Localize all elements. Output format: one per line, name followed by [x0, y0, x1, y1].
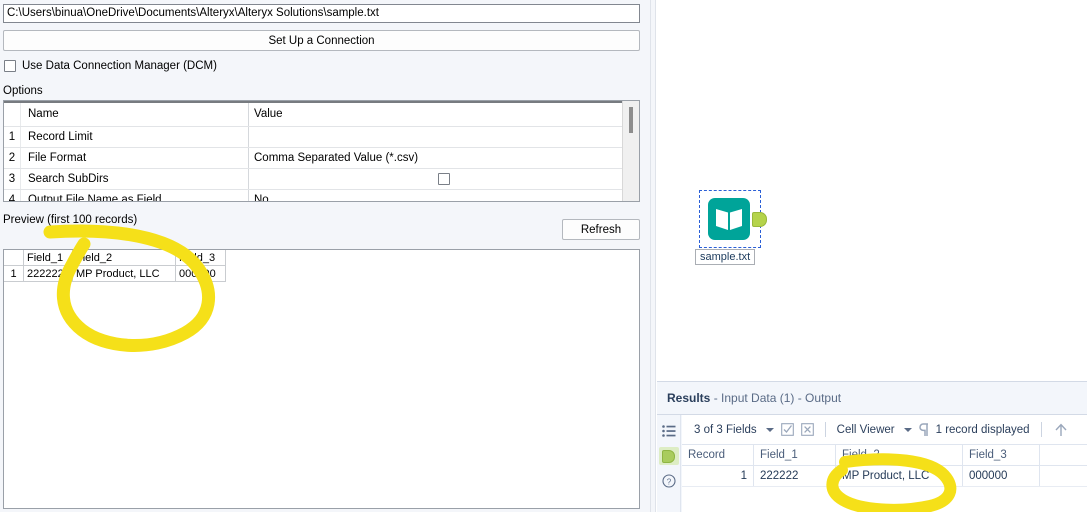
cell-viewer-label[interactable]: Cell Viewer — [837, 424, 895, 436]
options-header-name: Name — [21, 101, 249, 126]
checkbox-checked-icon[interactable] — [780, 423, 794, 436]
output-anchor-shape — [662, 449, 675, 463]
input-data-book-icon[interactable] — [708, 198, 750, 240]
preview-row-index: 1 — [10, 267, 17, 280]
row-value-output-file-name-dropdown[interactable]: No — [249, 190, 639, 202]
fields-count-label[interactable]: 3 of 3 Fields — [694, 424, 757, 436]
dcm-checkbox-label: Use Data Connection Manager (DCM) — [22, 60, 217, 72]
preview-cell-field-3: 000000 — [175, 266, 226, 281]
row-value-search-subdirs[interactable] — [249, 169, 639, 189]
app-root: C:\Users\binua\OneDrive\Documents\Altery… — [0, 0, 1087, 512]
results-header-field-3[interactable]: Field_3 — [963, 445, 1040, 465]
tool-output-anchor[interactable] — [752, 212, 767, 227]
options-row-search-subdirs[interactable]: 3 Search SubDirs — [4, 169, 639, 190]
options-header-value: Value — [254, 107, 283, 120]
results-header-field-1[interactable]: Field_1 — [754, 445, 836, 465]
options-table[interactable]: Name Value 1 Record Limit 2 File Format … — [3, 100, 640, 202]
chevron-down-icon[interactable] — [765, 427, 774, 432]
tool-label: sample.txt — [695, 249, 756, 265]
row-index: 3 — [4, 169, 21, 189]
refresh-label: Refresh — [580, 223, 622, 236]
results-cell-field-2: MP Product, LLC — [836, 466, 963, 486]
preview-header-index — [4, 250, 23, 265]
preview-section-label: Preview (first 100 records) — [3, 214, 138, 226]
toolbar-separator — [1040, 422, 1042, 437]
results-header-record[interactable]: Record — [682, 445, 754, 465]
search-subdirs-checkbox[interactable] — [438, 173, 450, 185]
toolbar-separator — [824, 422, 826, 437]
record-count-label: 1 record displayed — [935, 423, 1030, 436]
input-data-config-panel: C:\Users\binua\OneDrive\Documents\Altery… — [0, 0, 650, 512]
results-cell-field-1: 222222 — [754, 466, 836, 486]
preview-header-field-2: Field_2 — [72, 250, 175, 265]
row-index: 2 — [4, 148, 21, 168]
dcm-checkbox-row[interactable]: Use Data Connection Manager (DCM) — [4, 58, 217, 74]
options-row-output-file-name-as-field[interactable]: 4 Output File Name as Field No — [4, 190, 639, 202]
preview-header-row: Field_1 Field_2 Field_3 — [4, 250, 226, 266]
options-table-header-row: Name Value — [4, 101, 639, 127]
setup-connection-label: Set Up a Connection — [268, 34, 375, 47]
list-view-icon[interactable] — [659, 422, 679, 440]
row-index: 1 — [4, 127, 21, 147]
output-anchor-icon[interactable] — [658, 447, 679, 465]
row-name: Record Limit — [21, 127, 249, 147]
dcm-checkbox[interactable] — [4, 60, 16, 72]
results-cell-record: 1 — [682, 466, 754, 486]
row-name: Output File Name as Field — [21, 190, 249, 201]
options-section-label: Options — [3, 85, 43, 97]
file-format-value: Comma Separated Value (*.csv) — [254, 152, 419, 164]
scrollbar-thumb[interactable] — [629, 107, 633, 133]
row-name: Search SubDirs — [21, 169, 249, 189]
output-file-name-value: No — [254, 194, 269, 202]
row-index: 4 — [4, 190, 21, 201]
setup-connection-button[interactable]: Set Up a Connection — [3, 30, 640, 51]
results-title-bold: Results — [667, 391, 711, 405]
preview-table[interactable]: Field_1 Field_2 Field_3 1 222222 MP Prod… — [3, 249, 640, 509]
options-row-file-format[interactable]: 2 File Format Comma Separated Value (*.c… — [4, 148, 639, 169]
preview-cell-field-1: 222222 — [23, 266, 72, 281]
options-row-record-limit[interactable]: 1 Record Limit — [4, 127, 639, 148]
row-name: File Format — [21, 148, 249, 168]
results-header-field-2[interactable]: Field_2 — [836, 445, 963, 465]
results-grid-row[interactable]: 1 222222 MP Product, LLC 000000 — [682, 466, 1087, 487]
results-grid-header-row: Record Field_1 Field_2 Field_3 — [682, 445, 1087, 466]
chevron-down-icon[interactable] — [903, 427, 912, 432]
results-title-rest: - Input Data (1) - Output — [710, 391, 842, 405]
row-value-file-format-dropdown[interactable]: Comma Separated Value (*.csv) — [249, 148, 639, 168]
file-path-input[interactable]: C:\Users\binua\OneDrive\Documents\Altery… — [3, 4, 640, 23]
results-data-grid[interactable]: Record Field_1 Field_2 Field_3 1 222222 … — [682, 445, 1087, 512]
results-panel-title: Results - Input Data (1) - Output — [667, 391, 841, 405]
preview-header-field-1: Field_1 — [23, 250, 72, 265]
preview-header-field-3: Field_3 — [175, 250, 226, 265]
options-table-scrollbar[interactable] — [622, 101, 639, 201]
workflow-tool-node[interactable]: sample.txt — [695, 190, 767, 265]
workflow-canvas[interactable]: sample.txt — [657, 0, 1087, 381]
options-header-index — [4, 101, 21, 126]
pilcrow-icon[interactable] — [918, 422, 929, 437]
preview-cell-field-2: MP Product, LLC — [72, 266, 175, 281]
results-cell-field-3: 000000 — [963, 466, 1040, 486]
preview-table-row[interactable]: 1 222222 MP Product, LLC 000000 — [4, 266, 226, 282]
results-panel: Results - Input Data (1) - Output ? 3 of… — [657, 381, 1087, 512]
results-toolbar: 3 of 3 Fields Cell Viewer 1 record displ… — [682, 415, 1087, 445]
checkbox-x-icon[interactable] — [800, 423, 814, 436]
refresh-button[interactable]: Refresh — [562, 219, 640, 240]
panel-divider[interactable] — [650, 0, 656, 512]
help-circle-icon[interactable]: ? — [659, 472, 679, 490]
row-value-record-limit[interactable] — [249, 127, 639, 147]
svg-text:?: ? — [666, 477, 671, 486]
results-side-rail: ? — [657, 415, 681, 512]
arrow-up-icon[interactable] — [1053, 422, 1069, 438]
